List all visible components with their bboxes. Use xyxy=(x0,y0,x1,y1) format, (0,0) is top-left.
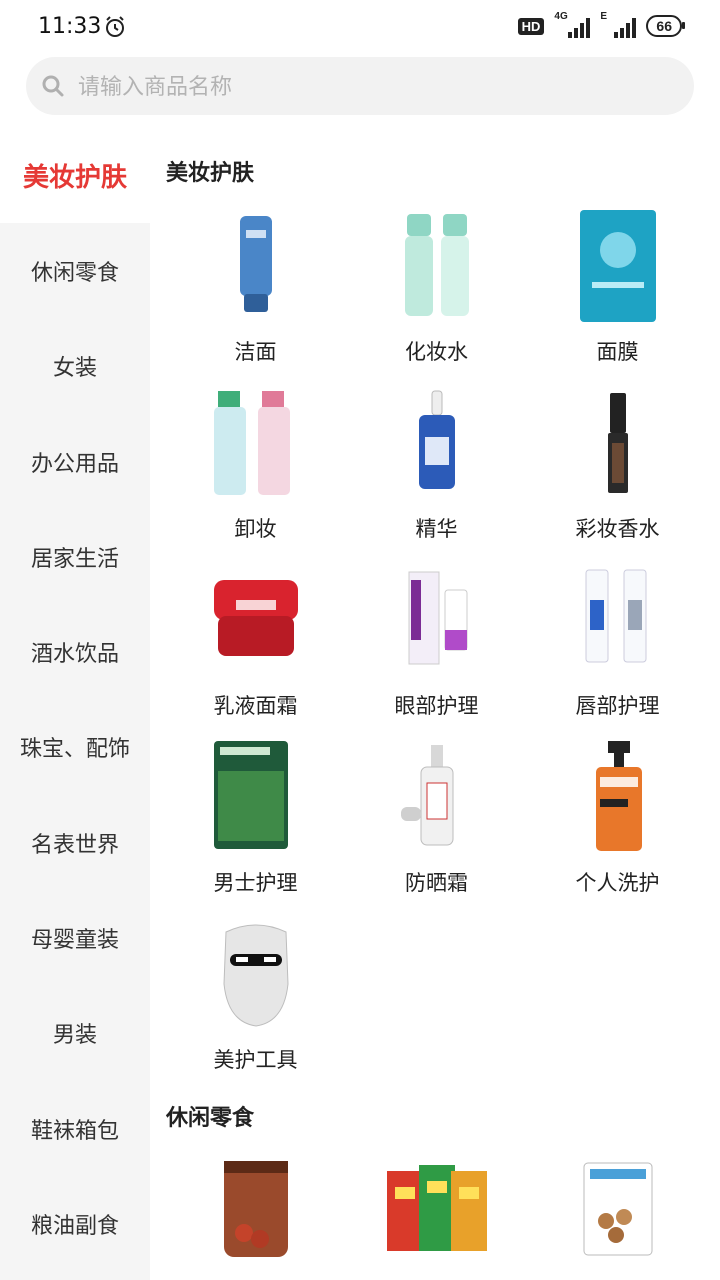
sidebar-item-watches[interactable]: 名表世界 xyxy=(0,795,150,890)
snack-image xyxy=(196,1151,316,1271)
category-sidebar: 美妆护肤 休闲零食 女装 办公用品 居家生活 酒水饮品 珠宝、配饰 名表世界 母… xyxy=(0,128,150,1280)
subcategory-lip-care[interactable]: 唇部护理 xyxy=(527,554,708,731)
sidebar-item-beauty[interactable]: 美妆护肤 xyxy=(0,128,150,224)
subcategory-serum[interactable]: 精华 xyxy=(346,377,527,554)
sidebar-item-groceries[interactable]: 粮油副食 xyxy=(0,1176,150,1271)
hd-badge: HD xyxy=(517,17,545,35)
subcategory-grid: 洁面 化妆水 面膜 卸妆 精华 彩妆香水 乳液面霜 眼部护理 唇部护理 男士护理… xyxy=(150,200,720,1085)
battery-icon: 66 xyxy=(646,15,685,37)
signal-icon: 4G xyxy=(554,11,591,38)
snack-image xyxy=(558,1151,678,1271)
mask-image xyxy=(558,206,678,326)
mens-care-image xyxy=(196,737,316,857)
sidebar-item-womens[interactable]: 女装 xyxy=(0,319,150,414)
subcategory-beauty-tools[interactable]: 美护工具 xyxy=(165,908,346,1085)
subcategory-cosmetics-perfume[interactable]: 彩妆香水 xyxy=(527,377,708,554)
search-icon xyxy=(42,75,64,97)
subcategory-snack-2[interactable] xyxy=(346,1145,527,1280)
status-bar: 11:33 HD 4G E 66 xyxy=(0,0,720,56)
subcategory-snack-1[interactable] xyxy=(165,1145,346,1280)
cream-image xyxy=(196,560,316,680)
section-title: 美妆护肤 xyxy=(166,161,255,186)
search-input[interactable] xyxy=(76,57,680,117)
subcategory-mens-care[interactable]: 男士护理 xyxy=(165,731,346,908)
sidebar-item-snacks[interactable]: 休闲零食 xyxy=(0,223,150,318)
subcategory-makeup-remover[interactable]: 卸妆 xyxy=(165,377,346,554)
sidebar-item-bags[interactable]: 鞋袜箱包 xyxy=(0,1081,150,1176)
sidebar-item-office[interactable]: 办公用品 xyxy=(0,414,150,509)
signal-icon: E xyxy=(600,11,637,38)
subcategory-lotion-cream[interactable]: 乳液面霜 xyxy=(165,554,346,731)
subcategory-sunscreen[interactable]: 防晒霜 xyxy=(346,731,527,908)
beauty-tools-image xyxy=(196,914,316,1034)
eye-care-image xyxy=(377,560,497,680)
sunscreen-image xyxy=(377,737,497,857)
subcategory-eye-care[interactable]: 眼部护理 xyxy=(346,554,527,731)
search-bar[interactable] xyxy=(26,57,694,117)
sidebar-item-baby[interactable]: 母婴童装 xyxy=(0,890,150,985)
sidebar-item-home[interactable]: 居家生活 xyxy=(0,509,150,604)
serum-image xyxy=(377,383,497,503)
subcategory-personal-care[interactable]: 个人洗护 xyxy=(527,731,708,908)
status-time: 11:33 xyxy=(38,14,102,39)
subcategory-mask[interactable]: 面膜 xyxy=(527,200,708,377)
lip-care-image xyxy=(558,560,678,680)
toner-image xyxy=(377,206,497,326)
makeup-remover-image xyxy=(196,383,316,503)
subcategory-toner[interactable]: 化妆水 xyxy=(346,200,527,377)
sidebar-item-mens[interactable]: 男装 xyxy=(0,986,150,1081)
subcategory-grid xyxy=(150,1145,720,1280)
cleanser-image xyxy=(196,206,316,326)
personal-care-image xyxy=(558,737,678,857)
subcategory-snack-3[interactable] xyxy=(527,1145,708,1280)
cosmetics-image xyxy=(558,383,678,503)
sidebar-item-drinks[interactable]: 酒水饮品 xyxy=(0,604,150,699)
subcategory-cleanser[interactable]: 洁面 xyxy=(165,200,346,377)
alarm-icon xyxy=(106,16,124,37)
snack-image xyxy=(377,1151,497,1271)
category-content: 美妆护肤 洁面 化妆水 面膜 卸妆 精华 彩妆香水 乳液面霜 眼部护理 唇部护理… xyxy=(150,128,720,1280)
sidebar-item-jewelry[interactable]: 珠宝、配饰 xyxy=(0,700,150,795)
section-title: 休闲零食 xyxy=(166,1106,255,1131)
